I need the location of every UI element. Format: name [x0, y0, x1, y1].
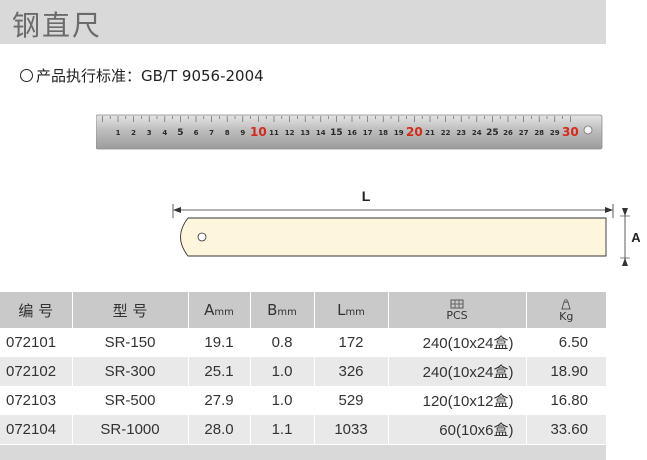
- cell-kg: 16.80: [526, 386, 606, 415]
- spec-table: 编 号 型 号 Amm Bmm Lmm PCS Kg 072101 SR-150…: [0, 292, 606, 444]
- cell-l: 172: [314, 328, 389, 357]
- cell-pcs: 240(10x24盒): [388, 328, 527, 357]
- cell-b: 0.8: [250, 328, 315, 357]
- cell-a: 25.1: [188, 357, 251, 386]
- table-row: 072102 SR-300 25.1 1.0 326 240(10x24盒) 18.90: [0, 357, 606, 386]
- cell-b: 1.1: [250, 415, 315, 444]
- weight-icon: [561, 298, 571, 309]
- cell-model: SR-150: [72, 328, 189, 357]
- ruler-tick-label: 26: [503, 129, 513, 137]
- col-b: Bmm: [250, 292, 315, 328]
- cell-code: 072103: [0, 386, 73, 415]
- title-bar: 钢直尺: [0, 0, 606, 44]
- col-a: Amm: [188, 292, 251, 328]
- ruler-tick-label: 12: [285, 129, 295, 137]
- cell-a: 28.0: [188, 415, 251, 444]
- col-code: 编 号: [0, 292, 73, 328]
- cell-code: 072101: [0, 328, 73, 357]
- standard-text: 产品执行标准：GB/T 9056-2004: [36, 67, 264, 85]
- ruler-tick-label: 6: [194, 129, 199, 137]
- ruler-tick-label: 17: [363, 129, 373, 137]
- cell-pcs: 240(10x24盒): [388, 357, 527, 386]
- ruler-tick-label: 27: [519, 129, 529, 137]
- ruler-tick-label: 20: [406, 125, 423, 139]
- cell-a: 27.9: [188, 386, 251, 415]
- col-pcs: PCS: [388, 292, 527, 328]
- cell-pcs: 120(10x12盒): [388, 386, 527, 415]
- ruler-tick-label: 25: [486, 128, 499, 138]
- table-row: 072101 SR-150 19.1 0.8 172 240(10x24盒) 6.50: [0, 328, 606, 357]
- ruler-tick-label: 11: [269, 129, 279, 137]
- length-label: L: [362, 188, 371, 204]
- ruler-tick-label: 4: [162, 129, 167, 137]
- ruler-tick-label: 19: [394, 129, 404, 137]
- ruler-tick-label: 1: [116, 129, 121, 137]
- cell-kg: 6.50: [526, 328, 606, 357]
- ruler-tick-label: 16: [347, 129, 357, 137]
- ruler-diagram: L A: [172, 188, 640, 266]
- ruler-tick-label: 28: [534, 129, 544, 137]
- ruler-tick-label: 7: [209, 129, 214, 137]
- cell-a: 19.1: [188, 328, 251, 357]
- page-title: 钢直尺: [12, 9, 103, 42]
- ruler-tick-label: 15: [330, 128, 343, 138]
- ruler-tick-label: 30: [562, 125, 579, 139]
- ruler-tick-label: 2: [131, 129, 136, 137]
- ruler-photo: 1 2 3 4 5 6 7 8 9 10 11 12 13 14 15 16 17 18 19 20 21 22 23 24 2…: [96, 114, 603, 150]
- cell-kg: 18.90: [526, 357, 606, 386]
- ruler-body-outline: [180, 217, 607, 257]
- ruler-tick-label: 14: [316, 129, 326, 137]
- ruler-tick-label: 9: [240, 129, 245, 137]
- ruler-tick-label: 29: [550, 129, 560, 137]
- arrow-left-icon: [173, 207, 181, 213]
- cell-b: 1.0: [250, 357, 315, 386]
- ruler-tick-label: 13: [300, 129, 310, 137]
- ruler-tick-label: 10: [250, 125, 267, 139]
- cell-pcs: 60(10x6盒): [388, 415, 527, 444]
- cell-l: 529: [314, 386, 389, 415]
- box-stack-icon: [450, 299, 464, 309]
- col-model: 型 号: [72, 292, 189, 328]
- cell-model: SR-300: [72, 357, 189, 386]
- ruler-tick-label: 23: [456, 129, 466, 137]
- cell-b: 1.0: [250, 386, 315, 415]
- cell-kg: 33.60: [526, 415, 606, 444]
- hole-icon: [197, 232, 207, 242]
- ruler-tick-label: 24: [472, 129, 482, 137]
- cell-code: 072102: [0, 357, 73, 386]
- ruler-tick-label: 22: [441, 129, 451, 137]
- ruler-tick-label: 21: [425, 129, 435, 137]
- width-label: A: [631, 230, 640, 245]
- cell-code: 072104: [0, 415, 73, 444]
- footer-bar: [0, 445, 606, 460]
- ruler-tick-label: 3: [147, 129, 152, 137]
- cell-model: SR-1000: [72, 415, 189, 444]
- ruler-tick-label: 8: [225, 129, 230, 137]
- cell-l: 1033: [314, 415, 389, 444]
- arrow-right-icon: [605, 207, 613, 213]
- col-l: Lmm: [314, 292, 389, 328]
- col-kg: Kg: [526, 292, 606, 328]
- bullet-circle-icon: [20, 69, 33, 82]
- cell-model: SR-500: [72, 386, 189, 415]
- table-row: 072104 SR-1000 28.0 1.1 1033 60(10x6盒) 33.60: [0, 415, 606, 444]
- ruler-tick-label: 5: [177, 128, 183, 138]
- hang-hole-icon: [583, 125, 593, 135]
- ruler-tick-label: 18: [378, 129, 388, 137]
- cell-l: 326: [314, 357, 389, 386]
- standard-line: 产品执行标准：GB/T 9056-2004: [20, 65, 264, 86]
- table-header-row: 编 号 型 号 Amm Bmm Lmm PCS Kg: [0, 292, 606, 328]
- table-row: 072103 SR-500 27.9 1.0 529 120(10x12盒) 16.80: [0, 386, 606, 415]
